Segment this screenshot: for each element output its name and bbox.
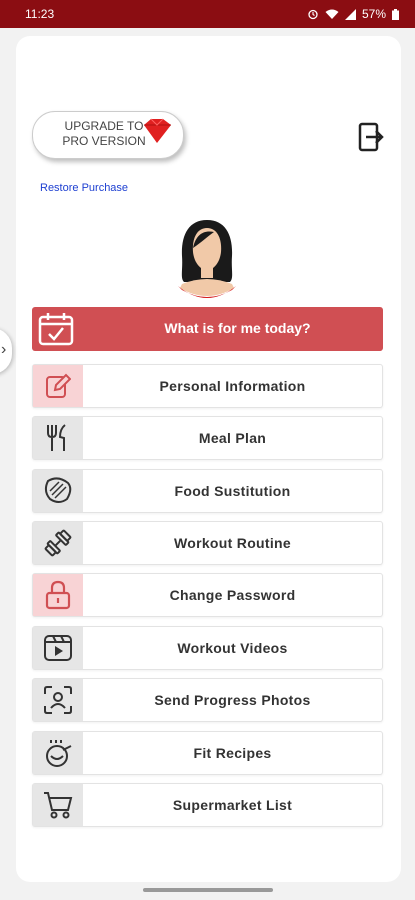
cart-icon — [44, 792, 73, 819]
menu-item-label: Send Progress Photos — [154, 692, 311, 708]
menu-item-food-substitution[interactable]: Food Sustitution — [32, 469, 383, 513]
video-icon — [44, 635, 72, 661]
gesture-bar[interactable] — [143, 888, 273, 892]
today-banner-button[interactable]: What is for me today? — [32, 307, 383, 351]
alarm-icon — [307, 8, 319, 20]
status-time: 11:23 — [25, 7, 55, 21]
menu-item-label: Food Sustitution — [174, 483, 291, 499]
avatar — [178, 220, 236, 298]
menu-item-workout-videos[interactable]: Workout Videos — [32, 626, 383, 670]
menu-item-personal-information[interactable]: Personal Information — [32, 364, 383, 408]
lock-icon — [45, 580, 71, 610]
wifi-icon — [325, 9, 339, 20]
menu-item-supermarket-list[interactable]: Supermarket List — [32, 783, 383, 827]
menu-item-fit-recipes[interactable]: Fit Recipes — [32, 731, 383, 775]
menu-item-label: Fit Recipes — [193, 745, 272, 761]
menu-item-label: Workout Routine — [173, 535, 291, 551]
fork-knife-icon — [47, 424, 66, 451]
calendar-check-icon — [38, 313, 74, 346]
meat-icon — [44, 477, 72, 503]
status-bar: 11:23 57% — [0, 0, 415, 28]
face-scan-icon — [44, 686, 72, 714]
menu-item-label: Change Password — [169, 587, 296, 603]
menu-item-label: Meal Plan — [198, 430, 267, 446]
menu-item-label: Supermarket List — [172, 797, 293, 813]
dumbbell-icon — [44, 529, 72, 557]
cooking-pot-icon — [46, 740, 72, 767]
menu-item-send-progress-photos[interactable]: Send Progress Photos — [32, 678, 383, 722]
menu-item-meal-plan[interactable]: Meal Plan — [32, 416, 383, 460]
menu-item-label: Personal Information — [159, 378, 306, 394]
edit-icon — [46, 373, 71, 398]
menu-item-change-password[interactable]: Change Password — [32, 573, 383, 617]
battery-percent: 57% — [361, 7, 386, 21]
signal-icon — [344, 8, 356, 20]
battery-icon — [392, 8, 399, 20]
menu-item-label: Workout Videos — [177, 640, 288, 656]
chevron-right-icon: › — [1, 341, 7, 358]
today-label: What is for me today? — [164, 320, 311, 336]
gem-icon — [144, 118, 171, 143]
drawer-handle[interactable]: › — [0, 328, 12, 374]
menu-item-workout-routine[interactable]: Workout Routine — [32, 521, 383, 565]
restore-purchase-link[interactable]: Restore Purchase — [40, 182, 128, 194]
logout-icon[interactable] — [358, 122, 384, 152]
